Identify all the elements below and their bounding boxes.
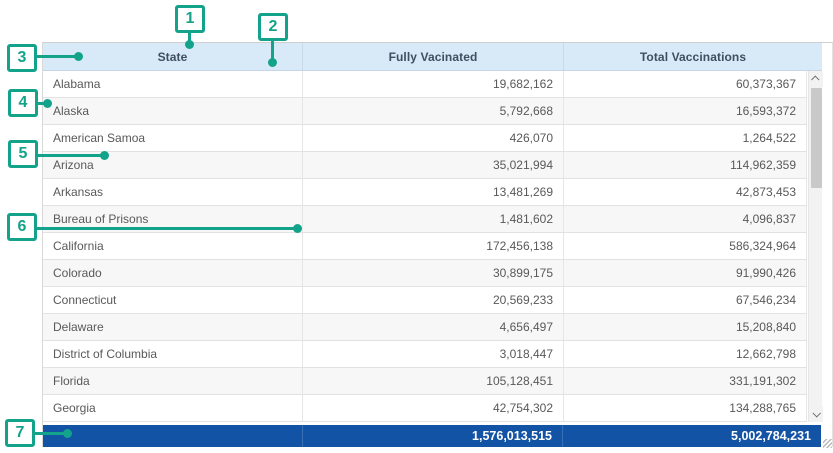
fully-vaccinated-cell[interactable]: 35,021,994 — [303, 152, 564, 178]
table-row[interactable]: Alabama 19,682,162 60,373,367 — [43, 71, 807, 98]
total-fully-vaccinated-cell: 1,576,013,515 — [303, 425, 563, 447]
state-cell[interactable]: Georgia — [43, 395, 303, 421]
callout-3-line — [35, 55, 79, 58]
table-row[interactable]: District of Columbia 3,018,447 12,662,79… — [43, 341, 807, 368]
table-row[interactable]: Georgia 42,754,302 134,288,765 — [43, 395, 807, 422]
total-vaccinations-cell[interactable]: 42,873,453 — [564, 179, 807, 205]
fully-vaccinated-cell[interactable]: 105,128,451 — [303, 368, 564, 394]
column-header-total-vaccinations[interactable]: Total Vaccinations — [564, 43, 822, 70]
state-cell[interactable]: Arkansas — [43, 179, 303, 205]
callout-2-marker: 2 — [258, 13, 288, 41]
callout-5-line — [36, 154, 106, 157]
fully-vaccinated-cell[interactable]: 30,899,175 — [303, 260, 564, 286]
state-cell[interactable]: Delaware — [43, 314, 303, 340]
state-cell[interactable]: Colorado — [43, 260, 303, 286]
callout-7-marker: 7 — [5, 419, 35, 447]
table-row[interactable]: Connecticut 20,569,233 67,546,234 — [43, 287, 807, 314]
state-cell[interactable]: Connecticut — [43, 287, 303, 313]
scroll-down-button[interactable] — [809, 406, 823, 422]
scrollbar-thumb[interactable] — [811, 88, 822, 188]
callout-1-dot — [185, 40, 194, 49]
total-vaccinations-cell[interactable]: 91,990,426 — [564, 260, 807, 286]
total-vaccinations-cell[interactable]: 12,662,798 — [564, 341, 807, 367]
fully-vaccinated-cell[interactable]: 4,656,497 — [303, 314, 564, 340]
fully-vaccinated-cell[interactable]: 3,018,447 — [303, 341, 564, 367]
table-row[interactable]: Colorado 30,899,175 91,990,426 — [43, 260, 807, 287]
total-vaccinations-cell[interactable]: 16,593,372 — [564, 98, 807, 124]
callout-5-dot — [100, 151, 109, 160]
table-row[interactable]: Delaware 4,656,497 15,208,840 — [43, 314, 807, 341]
total-vaccinations-cell[interactable]: 60,373,367 — [564, 71, 807, 97]
total-vaccinations-cell[interactable]: 114,962,359 — [564, 152, 807, 178]
callout-3-dot — [74, 52, 83, 61]
resize-grip-icon[interactable] — [823, 439, 832, 448]
callout-4-marker: 4 — [8, 89, 38, 117]
table-row[interactable]: Arkansas 13,481,269 42,873,453 — [43, 179, 807, 206]
total-vaccinations-cell[interactable]: 1,264,522 — [564, 125, 807, 151]
page: { "colors": { "annotation_teal": "#12a38… — [0, 0, 833, 453]
callout-6-marker: 6 — [7, 213, 37, 241]
table-row[interactable]: Arizona 35,021,994 114,962,359 — [43, 152, 807, 179]
callout-6-dot — [293, 224, 302, 233]
total-state-cell — [43, 425, 303, 447]
fully-vaccinated-cell[interactable]: 19,682,162 — [303, 71, 564, 97]
fully-vaccinated-cell[interactable]: 13,481,269 — [303, 179, 564, 205]
table-row[interactable]: Florida 105,128,451 331,191,302 — [43, 368, 807, 395]
table-row[interactable]: Alaska 5,792,668 16,593,372 — [43, 98, 807, 125]
fully-vaccinated-cell[interactable]: 5,792,668 — [303, 98, 564, 124]
total-vaccinations-total-cell: 5,002,784,231 — [563, 425, 821, 447]
fully-vaccinated-cell[interactable]: 172,456,138 — [303, 233, 564, 259]
callout-2-dot — [268, 58, 277, 67]
state-cell[interactable]: California — [43, 233, 303, 259]
callout-6-line — [35, 227, 298, 230]
fully-vaccinated-cell[interactable]: 1,481,602 — [303, 206, 564, 232]
total-vaccinations-cell[interactable]: 4,096,837 — [564, 206, 807, 232]
total-vaccinations-cell[interactable]: 134,288,765 — [564, 395, 807, 421]
state-cell[interactable]: Alabama — [43, 71, 303, 97]
column-header-fully-vaccinated[interactable]: Fully Vacinated — [303, 43, 564, 70]
chevron-up-icon — [811, 75, 819, 83]
state-cell[interactable]: District of Columbia — [43, 341, 303, 367]
fully-vaccinated-cell[interactable]: 20,569,233 — [303, 287, 564, 313]
callout-4-dot — [43, 99, 52, 108]
table-row[interactable]: California 172,456,138 586,324,964 — [43, 233, 807, 260]
fully-vaccinated-cell[interactable]: 42,754,302 — [303, 395, 564, 421]
fully-vaccinated-cell[interactable]: 426,070 — [303, 125, 564, 151]
vertical-scrollbar[interactable] — [808, 71, 822, 422]
table-header-row: State Fully Vacinated Total Vaccinations — [43, 43, 822, 71]
total-vaccinations-cell[interactable]: 15,208,840 — [564, 314, 807, 340]
callout-7-dot — [63, 429, 72, 438]
table-body: Alabama 19,682,162 60,373,367 Alaska 5,7… — [43, 71, 807, 422]
total-row: 1,576,013,515 5,002,784,231 — [43, 425, 821, 447]
table-row[interactable]: American Samoa 426,070 1,264,522 — [43, 125, 807, 152]
total-vaccinations-cell[interactable]: 331,191,302 — [564, 368, 807, 394]
state-cell[interactable]: Alaska — [43, 98, 303, 124]
vaccinations-table: State Fully Vacinated Total Vaccinations… — [42, 42, 833, 447]
state-cell[interactable]: American Samoa — [43, 125, 303, 151]
total-vaccinations-cell[interactable]: 67,546,234 — [564, 287, 807, 313]
callout-5-marker: 5 — [8, 140, 38, 168]
scroll-up-button[interactable] — [809, 71, 823, 87]
total-vaccinations-cell[interactable]: 586,324,964 — [564, 233, 807, 259]
callout-3-marker: 3 — [7, 44, 37, 72]
chevron-down-icon — [812, 409, 820, 417]
callout-1-marker: 1 — [175, 5, 205, 33]
state-cell[interactable]: Florida — [43, 368, 303, 394]
